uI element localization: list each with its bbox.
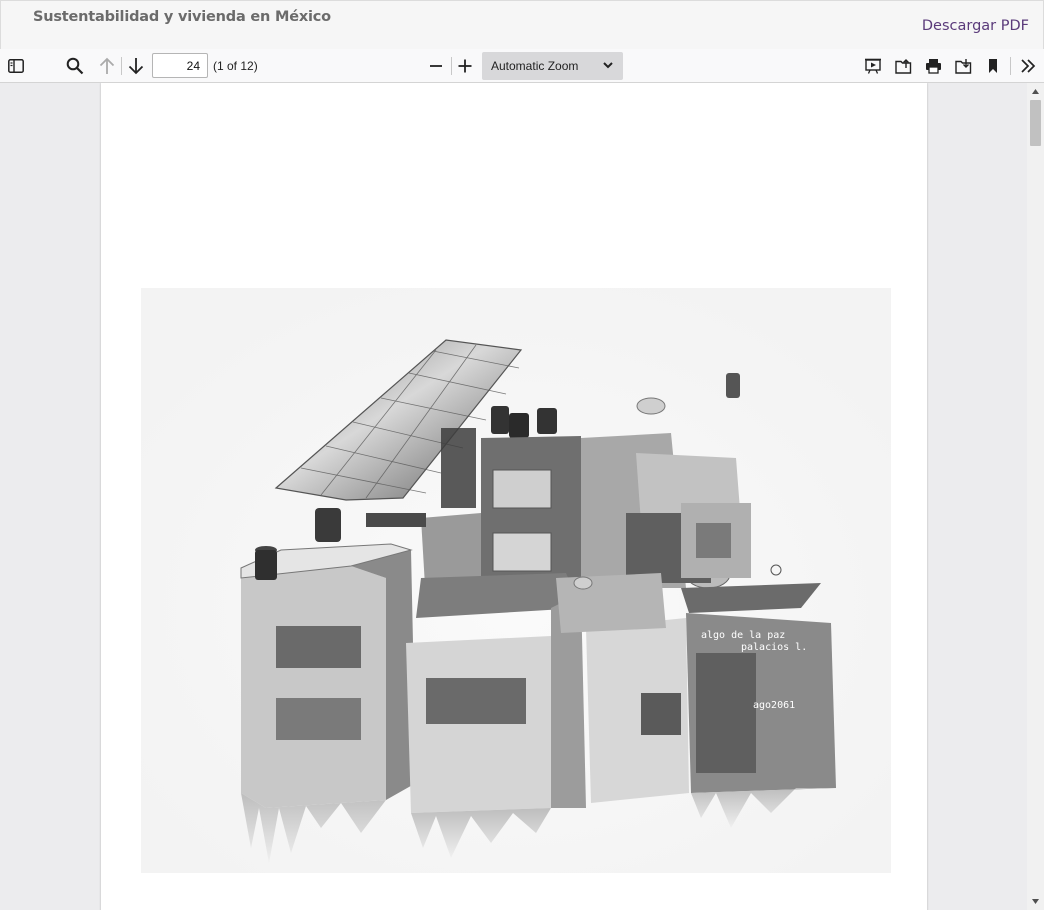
bookmark-button[interactable]	[980, 53, 1006, 79]
bookmark-icon	[989, 59, 997, 73]
zoom-select-value: Automatic Zoom	[491, 59, 579, 73]
scrollbar-thumb[interactable]	[1030, 100, 1041, 146]
document-title: Sustentabilidad y vivienda en México	[33, 9, 331, 25]
scroll-up-arrow-icon[interactable]	[1031, 87, 1040, 96]
double-chevron-icon	[1021, 59, 1036, 73]
sidebar-toggle-icon	[8, 59, 24, 73]
minus-icon	[430, 65, 442, 67]
artwork-signature: ago2061	[753, 700, 795, 711]
search-icon	[66, 57, 84, 75]
chevron-down-icon	[603, 62, 613, 69]
previous-page-button[interactable]	[94, 53, 120, 79]
toolbar-separator	[1010, 57, 1011, 75]
print-icon	[925, 59, 941, 74]
open-file-button[interactable]	[890, 53, 916, 79]
presentation-mode-button[interactable]	[860, 53, 886, 79]
pdf-viewer[interactable]: algo de la paz palacios l. ago2061	[0, 83, 1044, 910]
page-number-input[interactable]	[152, 53, 208, 78]
presentation-icon	[865, 58, 881, 74]
open-file-icon	[894, 58, 911, 74]
arrow-down-icon	[128, 58, 144, 75]
page-count-label: (1 of 12)	[213, 59, 258, 73]
download-button[interactable]	[950, 53, 976, 79]
arrow-up-icon	[99, 57, 115, 74]
plus-icon	[458, 59, 472, 73]
zoom-in-button[interactable]	[452, 53, 478, 79]
next-page-button[interactable]	[123, 53, 149, 79]
artwork-text: palacios l.	[741, 642, 807, 653]
sidebar-toggle-button[interactable]	[3, 53, 29, 79]
app-header: Sustentabilidad y vivienda en México Des…	[0, 0, 1044, 50]
zoom-select[interactable]: Automatic Zoom	[482, 52, 623, 80]
scroll-down-arrow-icon[interactable]	[1031, 897, 1040, 906]
download-pdf-link[interactable]: Descargar PDF	[922, 18, 1029, 34]
download-icon	[954, 58, 971, 74]
toolbar-separator	[121, 57, 122, 75]
pdf-page: algo de la paz palacios l. ago2061	[101, 83, 927, 910]
find-button[interactable]	[62, 53, 88, 79]
watercolor-buildings-illustration: algo de la paz palacios l. ago2061	[141, 288, 891, 873]
pdf-toolbar: (1 of 12) Automatic Zoom	[0, 49, 1044, 83]
tools-menu-button[interactable]	[1015, 53, 1041, 79]
viewer-scrollbar[interactable]	[1027, 83, 1044, 910]
zoom-out-button[interactable]	[423, 53, 449, 79]
print-button[interactable]	[920, 53, 946, 79]
artwork-text: algo de la paz	[701, 630, 785, 641]
